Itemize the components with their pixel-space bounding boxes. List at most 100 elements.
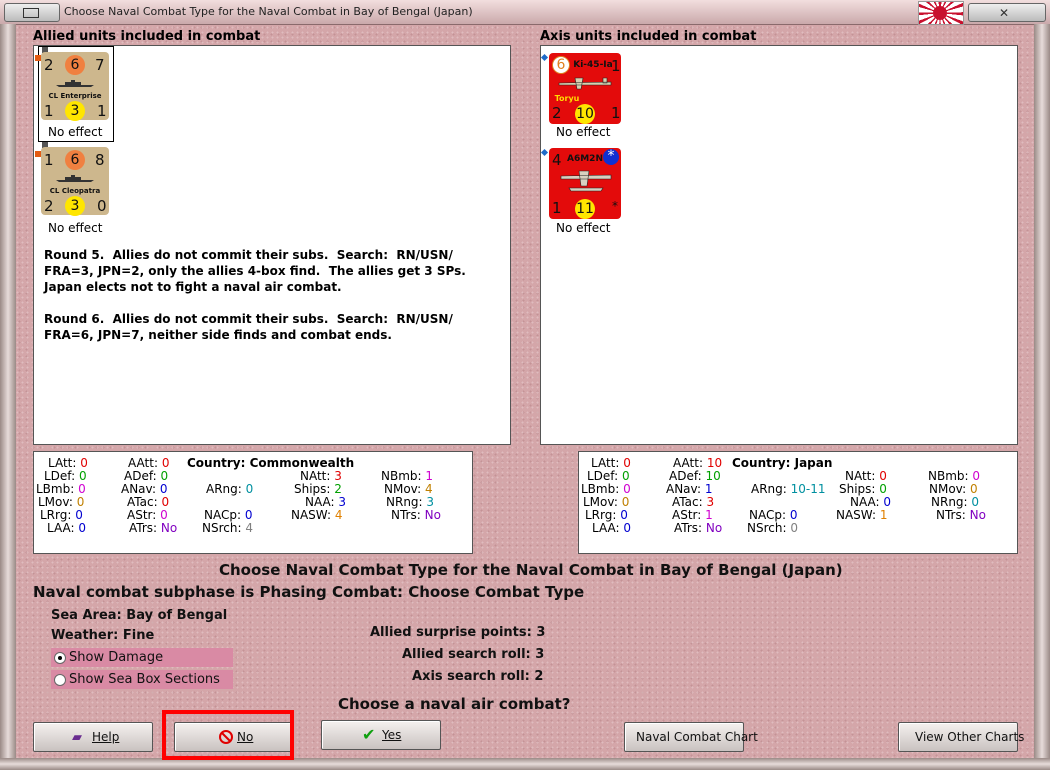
stat-label: ANav: [666,482,702,496]
unit-stat: 1 [97,102,107,120]
combat-log: Round 5. Allies do not commit their subs… [44,247,466,343]
naval-combat-chart-button[interactable]: Naval Combat Chart [624,722,758,752]
stat-value: 0 [160,508,168,522]
sea-area: Sea Area: Bay of Bengal [51,608,227,623]
stat-value: No [424,508,441,522]
stat-value: 10 [706,456,723,470]
stat-label: ATrs: [129,521,158,535]
show-damage-option[interactable]: Show Damage [51,648,233,667]
stat-value: 0 [623,521,632,535]
stat-value: 10-11 [790,482,826,496]
allied-unit-counter[interactable]: 1 6 8 CL Cleopatra 2 3 0 [41,147,109,216]
close-icon: ✕ [999,6,1010,20]
log-line: Japan elects not to fight a naval air co… [44,280,342,294]
show-sea-box-option[interactable]: Show Sea Box Sections [51,670,233,689]
yes-button-label: Yes [382,728,402,742]
unit-stat: 11 [575,199,595,219]
stat-value: 0 [78,521,87,535]
axis-units-panel: 6 Ki-45-Ia 1 Toryu 2 10 1 No effect 4 A6… [540,45,1018,445]
stat-value: 0 [161,456,170,470]
stat-label: AStr: [127,508,157,522]
close-button[interactable]: ✕ [968,3,1046,22]
view-other-charts-button[interactable]: View Other Charts [898,722,1024,752]
unit-effect: No effect [556,221,611,235]
allied-unit-counter[interactable]: 2 6 7 CL Enterprise 1 3 1 [41,52,109,121]
stat-label: ADef: [669,469,702,483]
axis-unit-counter[interactable]: 6 Ki-45-Ia 1 Toryu 2 10 1 [549,53,621,124]
stat-label: ANav: [121,482,157,496]
stat-value: 0 [160,469,169,483]
stat-label: Ships: [294,482,331,496]
stat-value: 1 [704,482,713,496]
stat-value: 1 [879,508,888,522]
stat-label: LAtt: [48,456,77,470]
stat-label: NAA: [850,495,880,509]
unit-stat: 6 [65,150,85,170]
axis-search-roll: Axis search roll: 2 [412,669,543,684]
country-value: Japan [794,456,833,470]
unit-stat: 3 [65,101,85,121]
stat-value: 0 [883,495,892,509]
book-icon: ▰ [72,730,82,745]
stat-value: 0 [620,508,628,522]
stat-value: 0 [161,495,170,509]
stat-value: 0 [78,469,87,483]
stat-value: 3 [338,495,347,509]
stat-value: 0 [621,495,630,509]
allied-search-roll: Allied search roll: 3 [402,647,544,662]
stat-label: ARng: [206,482,242,496]
show-sea-box-label: Show Sea Box Sections [69,672,220,687]
stat-label: NSrch: [202,521,242,535]
stat-label: LAA: [592,521,620,535]
show-sea-box-radio[interactable] [54,674,66,686]
naval-combat-chart-label: Naval Combat Chart [636,730,758,744]
stat-label: ATac: [127,495,158,509]
help-button[interactable]: ▰ Help [33,722,153,752]
stat-label: ADef: [124,469,157,483]
checkmark-icon: ✔ [362,725,376,744]
surprise-label: Allied surprise points: [370,625,532,640]
stat-label: NAtt: [845,469,876,483]
stat-label: NTrs: [391,508,421,522]
stat-value: 0 [790,521,798,535]
allied-search-label: Allied search roll: [402,647,531,662]
axis-unit-counter[interactable]: 4 A6M2N * 1 11 * [549,148,621,219]
stat-label: NMov: [384,482,422,496]
stat-value: 0 [80,456,88,470]
window-icon [23,8,39,18]
unit-subname: Toryu [554,94,580,103]
stat-value: 10 [705,469,721,483]
stat-value: 0 [245,482,254,496]
stat-label: ATac: [672,495,703,509]
stat-label: NSrch: [747,521,787,535]
unit-stat: 10 [575,104,595,124]
stat-label: NBmb: [928,469,969,483]
stat-label: NASW: [291,508,332,522]
show-damage-radio[interactable] [54,652,66,664]
stat-label: LBmb: [581,482,620,496]
left-frame-rail [0,24,16,760]
stat-value: 2 [334,482,342,496]
yes-button[interactable]: ✔ Yes [321,720,441,750]
stat-value: No [705,521,723,535]
stat-value: 3 [334,469,342,483]
stat-value: 4 [334,508,343,522]
stat-value: 0 [159,482,168,496]
stat-value: 1 [705,508,713,522]
stat-label: NMov: [929,482,967,496]
stat-label: LAtt: [591,456,620,470]
page-heading: Choose Naval Combat Type for the Naval C… [219,561,843,579]
stat-value: 0 [879,469,887,483]
show-damage-label: Show Damage [69,650,164,665]
stat-label: LAA: [47,521,75,535]
axis-search-value: 2 [534,669,544,684]
stat-label: NACp: [749,508,787,522]
unit-stat: 6 [65,55,85,75]
system-menu-button[interactable] [4,3,60,22]
stat-label: LMov: [583,495,618,509]
window-title: Choose Naval Combat Type for the Naval C… [64,5,473,18]
stat-value: 4 [245,521,253,535]
country-label: Country: [732,456,791,470]
unit-stat: 1 [611,104,621,122]
